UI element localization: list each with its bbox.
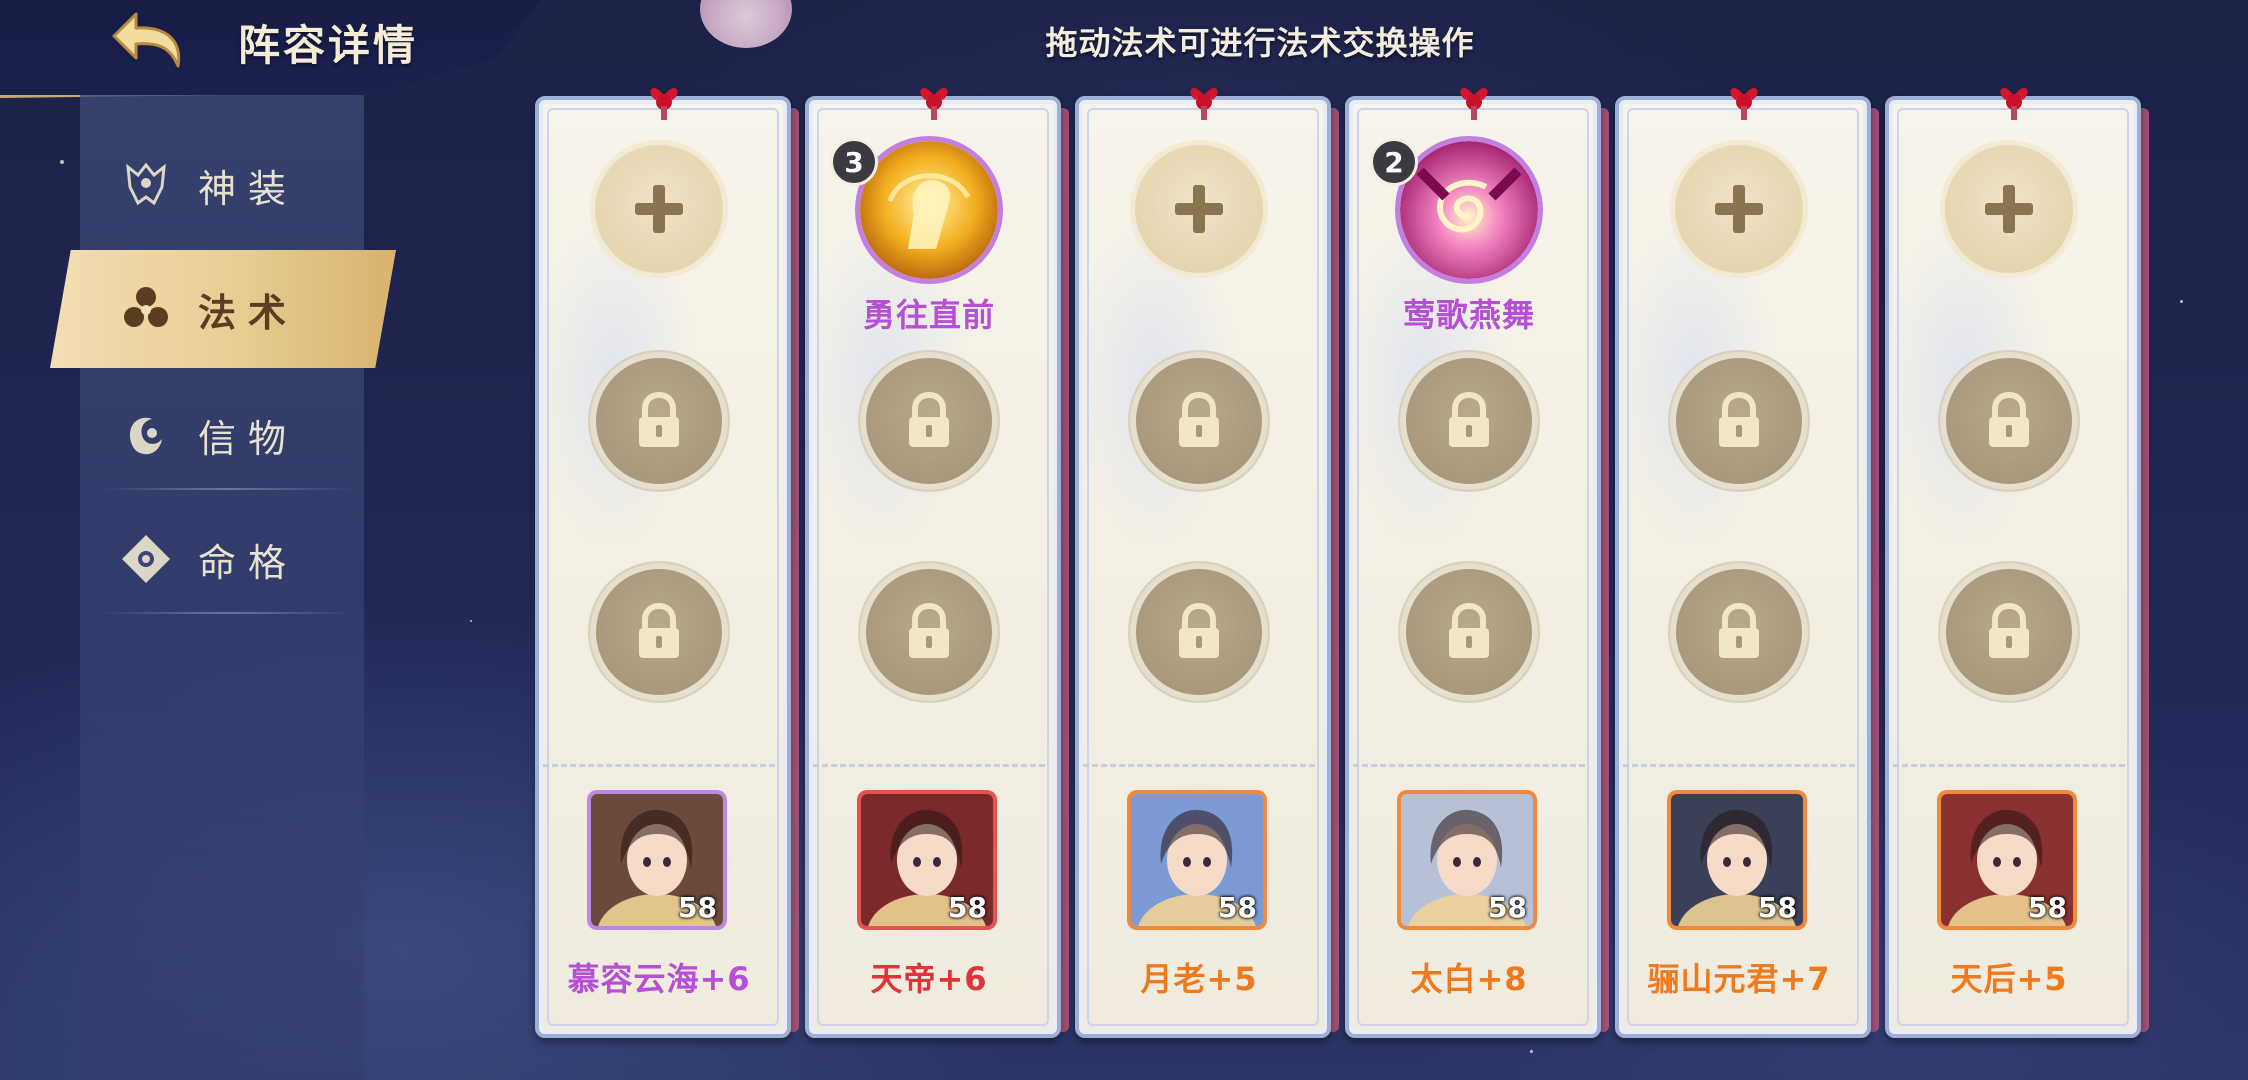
spell-slot[interactable] [1400, 141, 1538, 279]
fate-icon [116, 529, 176, 589]
sidebar-divider [100, 488, 354, 490]
locked-spell-slot [1940, 352, 2078, 490]
hero-portrait[interactable]: 58 [861, 794, 993, 926]
lineup-card: 58 骊山元君+7 [1615, 88, 1879, 1038]
ribbon-knot-icon [1727, 82, 1761, 122]
decorative-orb [700, 0, 792, 48]
plus-icon [1985, 185, 2033, 233]
spell-icon [116, 279, 176, 339]
hero-name: 天后+5 [1950, 960, 2068, 998]
locked-spell-slot [1670, 352, 1808, 490]
locked-spell-slot [1400, 563, 1538, 701]
sidebar-divider [100, 612, 354, 614]
card-tear-line [1623, 764, 1855, 767]
locked-spell-slot [1130, 352, 1268, 490]
sidebar-item-label: 命格 [198, 540, 299, 585]
lock-icon [909, 602, 949, 658]
locked-spell-slot [1940, 563, 2078, 701]
locked-spell-slot [860, 352, 998, 490]
lock-icon [639, 391, 679, 447]
lock-icon [1449, 391, 1489, 447]
plus-icon [1715, 185, 1763, 233]
hero-level: 58 [1488, 891, 1527, 924]
lock-icon [1989, 391, 2029, 447]
fist-spell-icon [860, 141, 998, 279]
plus-icon [635, 185, 683, 233]
add-spell-slot[interactable] [590, 140, 728, 278]
hero-portrait[interactable]: 58 [1131, 794, 1263, 926]
lock-icon [1179, 602, 1219, 658]
sidebar-item-fate[interactable]: 命格 [80, 504, 364, 614]
hero-level: 58 [678, 891, 717, 924]
hero-level: 58 [948, 891, 987, 924]
sidebar-item-label: 神装 [198, 166, 299, 211]
swirl-spell-icon [1400, 141, 1538, 279]
drag-hint-text: 拖动法术可进行法术交换操作 [1045, 24, 1475, 62]
lineup-card: 2 莺歌燕舞 58 太白+8 [1345, 88, 1609, 1038]
ribbon-knot-icon [1457, 82, 1491, 122]
hero-portrait[interactable]: 58 [591, 794, 723, 926]
ribbon-knot-icon [1187, 82, 1221, 122]
lineup-card: 58 天后+5 [1885, 88, 2149, 1038]
hero-portrait[interactable]: 58 [1671, 794, 1803, 926]
locked-spell-slot [860, 563, 998, 701]
armor-icon [116, 155, 176, 215]
hero-name: 太白+8 [1410, 960, 1528, 998]
card-tear-line [543, 764, 775, 767]
ribbon-knot-icon [917, 82, 951, 122]
sidebar-item-armor[interactable]: 神装 [80, 130, 364, 240]
add-spell-slot[interactable] [1940, 140, 2078, 278]
hero-name: 月老+5 [1140, 960, 1258, 998]
hero-name: 慕容云海+6 [567, 960, 751, 998]
hero-portrait[interactable]: 58 [1941, 794, 2073, 926]
locked-spell-slot [590, 352, 728, 490]
lock-icon [1989, 602, 2029, 658]
sidebar-item-spell[interactable]: 法术 [80, 254, 364, 364]
lock-icon [1179, 391, 1219, 447]
sidebar-item-label: 法术 [198, 290, 299, 335]
lock-icon [1449, 602, 1489, 658]
hero-name: 天帝+6 [870, 960, 988, 998]
lock-icon [1719, 602, 1759, 658]
page-title: 阵容详情 [238, 21, 419, 70]
hero-level: 58 [1758, 891, 1797, 924]
locked-spell-slot [1130, 563, 1268, 701]
lineup-detail-screen: 阵容详情 拖动法术可进行法术交换操作 神装 法术 信物 命格 58 慕容云海+6… [0, 0, 2248, 1080]
spell-name: 莺歌燕舞 [1402, 296, 1535, 334]
hero-portrait[interactable]: 58 [1401, 794, 1533, 926]
card-tear-line [1893, 764, 2125, 767]
token-icon [116, 405, 176, 465]
spell-level-badge: 2 [1370, 138, 1418, 186]
card-tear-line [1353, 764, 1585, 767]
lock-icon [639, 602, 679, 658]
lineup-card: 58 月老+5 [1075, 88, 1339, 1038]
back-arrow-icon [112, 12, 181, 68]
sidebar-item-token[interactable]: 信物 [80, 380, 364, 490]
plus-icon [1175, 185, 1223, 233]
back-button[interactable] [108, 6, 194, 76]
spell-name: 勇往直前 [862, 296, 995, 334]
sidebar-item-label: 信物 [198, 416, 299, 461]
ribbon-knot-icon [647, 82, 681, 122]
add-spell-slot[interactable] [1130, 140, 1268, 278]
lock-icon [909, 391, 949, 447]
hero-level: 58 [2028, 891, 2067, 924]
hero-name: 骊山元君+7 [1647, 960, 1831, 998]
hero-level: 58 [1218, 891, 1257, 924]
lineup-card: 3 勇往直前 58 天帝+6 [805, 88, 1069, 1038]
add-spell-slot[interactable] [1670, 140, 1808, 278]
spell-slot[interactable] [860, 141, 998, 279]
spell-level-badge: 3 [830, 138, 878, 186]
ribbon-knot-icon [1997, 82, 2031, 122]
card-tear-line [1083, 764, 1315, 767]
lineup-card: 58 慕容云海+6 [535, 88, 799, 1038]
locked-spell-slot [590, 563, 728, 701]
locked-spell-slot [1670, 563, 1808, 701]
lock-icon [1719, 391, 1759, 447]
locked-spell-slot [1400, 352, 1538, 490]
card-tear-line [813, 764, 1045, 767]
